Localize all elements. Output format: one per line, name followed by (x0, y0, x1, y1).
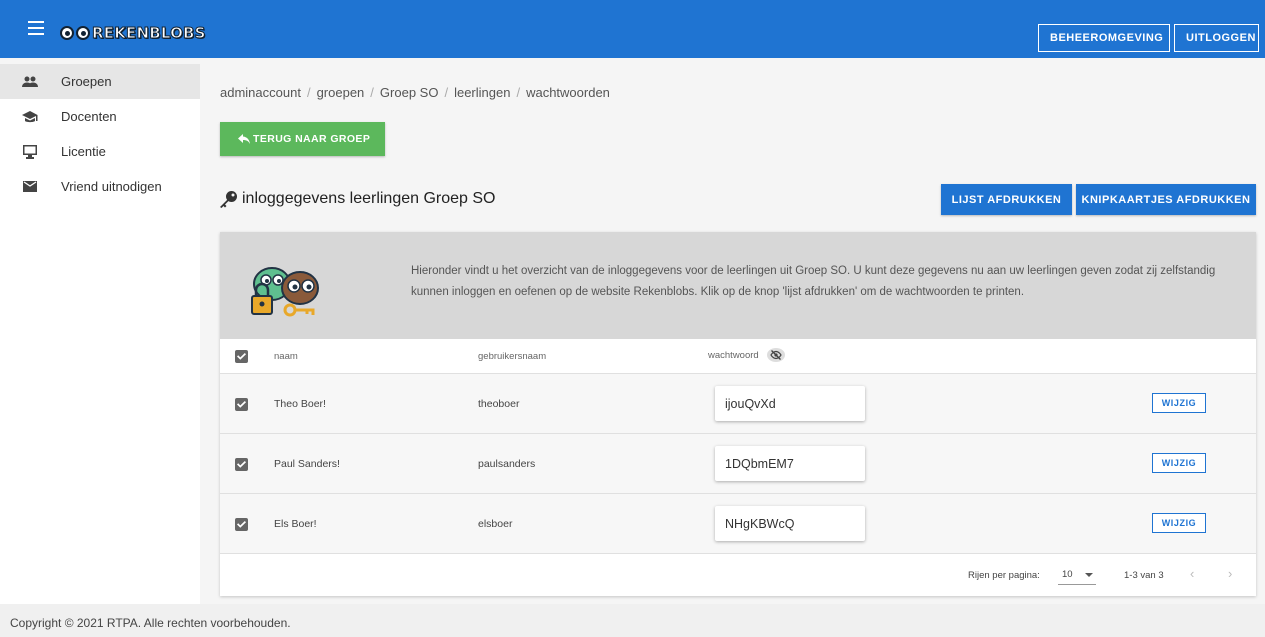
dropdown-arrow-icon (1084, 572, 1093, 577)
key-icon (220, 191, 237, 208)
table-pagination: Rijen per pagina: 10 1-3 van 3 ‹ › (220, 554, 1256, 596)
sidebar-item-vriend-uitnodigen[interactable]: Vriend uitnodigen (0, 169, 200, 204)
page-title-text: inloggegevens leerlingen Groep SO (242, 190, 496, 207)
student-name: Theo Boer! (274, 398, 326, 410)
monitor-icon (22, 144, 38, 160)
rows-per-page-value: 10 (1062, 569, 1073, 580)
sidebar-item-label: Licentie (61, 144, 106, 159)
print-cards-button[interactable]: KNIPKAARTJES AFDRUKKEN (1076, 184, 1256, 215)
eye-off-icon[interactable] (766, 348, 785, 362)
table-row: Els Boer! elsboer NHgKBWcQ WIJZIG (220, 494, 1256, 554)
edit-button[interactable]: WIJZIG (1152, 513, 1206, 533)
select-all-checkbox[interactable] (235, 350, 248, 363)
top-app-bar: REKENBLOBS BEHEEROMGEVING UITLOGGEN (0, 0, 1265, 58)
pagination-range: 1-3 van 3 (1124, 570, 1164, 581)
info-banner: Hieronder vindt u het overzicht van de i… (220, 232, 1256, 339)
breadcrumb-separator: / (370, 85, 374, 100)
table-header: naam gebruikersnaam wachtwoord (220, 339, 1256, 374)
check-icon (237, 401, 246, 408)
breadcrumb-separator: / (444, 85, 449, 100)
password-field[interactable]: 1DQbmEM7 (715, 446, 865, 481)
check-icon (237, 521, 246, 528)
sidebar-item-label: Docenten (61, 109, 117, 124)
credentials-card: Hieronder vindt u het overzicht van de i… (220, 232, 1256, 596)
column-header-wachtwoord-label: wachtwoord (708, 349, 759, 361)
breadcrumb-separator: / (306, 85, 311, 100)
student-username: theoboer (478, 398, 520, 410)
logo-wordmark: REKENBLOBS (92, 24, 206, 43)
student-username: elsboer (478, 518, 513, 530)
breadcrumb-item[interactable]: adminaccount (220, 85, 301, 100)
footer: Copyright © 2021 RTPA. Alle rechten voor… (0, 604, 1265, 637)
student-username: paulsanders (478, 458, 536, 470)
school-icon (22, 109, 38, 125)
column-header-naam[interactable]: naam (274, 351, 298, 362)
student-name: Els Boer! (274, 518, 317, 530)
copyright-text: Copyright © 2021 RTPA. Alle rechten voor… (10, 616, 291, 630)
sidebar-item-groepen[interactable]: Groepen (0, 64, 200, 99)
row-checkbox[interactable] (235, 458, 248, 471)
row-checkbox[interactable] (235, 398, 248, 411)
mascot-lock-key-icon (251, 267, 319, 317)
sidebar-item-licentie[interactable]: Licentie (0, 134, 200, 169)
uitloggen-button[interactable]: UITLOGGEN (1174, 24, 1259, 52)
check-icon (237, 353, 246, 360)
column-header-gebruikersnaam[interactable]: gebruikersnaam (478, 351, 546, 362)
group-icon (22, 74, 38, 90)
menu-icon[interactable] (28, 21, 44, 35)
table-row: Theo Boer! theoboer ijouQvXd WIJZIG (220, 374, 1256, 434)
breadcrumb-separator: / (516, 85, 521, 100)
reply-arrow-icon (238, 134, 250, 144)
breadcrumb-item[interactable]: leerlingen (454, 85, 510, 100)
rekenblobs-logo[interactable]: REKENBLOBS (60, 22, 206, 44)
sidebar-item-docenten[interactable]: Docenten (0, 99, 200, 134)
breadcrumb: adminaccount / groepen / Groep SO / leerlingen… (220, 85, 610, 100)
breadcrumb-item[interactable]: groepen (317, 85, 365, 100)
table-row: Paul Sanders! paulsanders 1DQbmEM7 WIJZI… (220, 434, 1256, 494)
back-button-label: TERUG NAAR GROEP (253, 133, 371, 145)
column-header-wachtwoord: wachtwoord (708, 348, 785, 362)
row-checkbox[interactable] (235, 518, 248, 531)
chevron-left-icon[interactable]: ‹ (1190, 566, 1194, 581)
breadcrumb-item[interactable]: Groep SO (380, 85, 439, 100)
beheeromgeving-button[interactable]: BEHEEROMGEVING (1038, 24, 1170, 52)
sidebar-item-label: Vriend uitnodigen (61, 179, 162, 194)
print-list-button[interactable]: LIJST AFDRUKKEN (941, 184, 1072, 215)
student-name: Paul Sanders! (274, 458, 340, 470)
breadcrumb-item: wachtwoorden (526, 85, 610, 100)
edit-button[interactable]: WIJZIG (1152, 393, 1206, 413)
password-field[interactable]: ijouQvXd (715, 386, 865, 421)
edit-button[interactable]: WIJZIG (1152, 453, 1206, 473)
page-title: inloggegevens leerlingen Groep SO (220, 190, 496, 208)
back-to-group-button[interactable]: TERUG NAAR GROEP (220, 122, 385, 156)
sidebar: Groepen Docenten Licentie Vriend uitnodi… (0, 64, 200, 604)
check-icon (237, 461, 246, 468)
info-text: Hieronder vindt u het overzicht van de i… (411, 265, 1216, 298)
sidebar-item-label: Groepen (61, 74, 112, 89)
chevron-right-icon[interactable]: › (1228, 566, 1232, 581)
rows-per-page-label: Rijen per pagina: (968, 570, 1040, 581)
mail-icon (22, 179, 38, 195)
logo-eyes (60, 26, 90, 40)
main-content: adminaccount / groepen / Groep SO / leerlingen… (200, 64, 1265, 604)
rows-per-page-select[interactable]: 10 (1058, 565, 1096, 585)
password-field[interactable]: NHgKBWcQ (715, 506, 865, 541)
